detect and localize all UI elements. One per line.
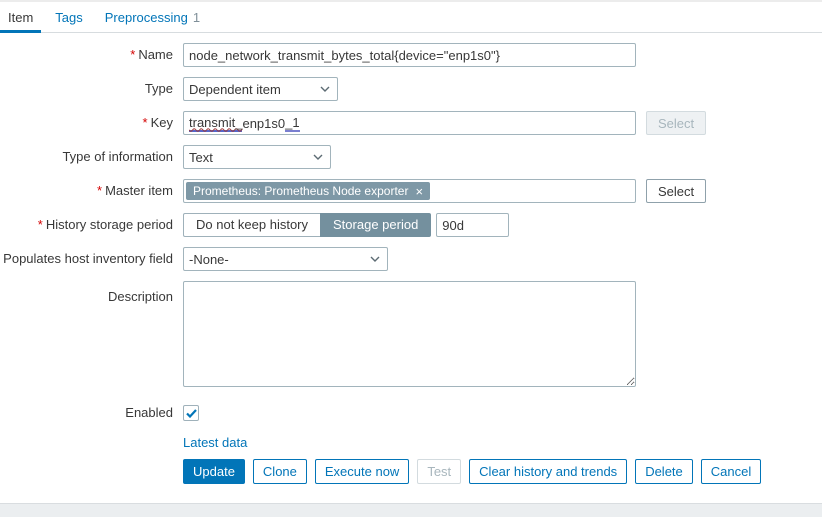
- required-asterisk: *: [143, 115, 148, 130]
- history-mode-toggle: Do not keep history Storage period: [183, 213, 431, 237]
- latest-data-row: Latest data: [0, 435, 822, 450]
- enabled-row: Enabled: [0, 401, 822, 425]
- name-label: Name: [138, 47, 173, 62]
- item-form: *Name Type Dependent item *Key transmit_…: [0, 33, 822, 484]
- description-textarea[interactable]: [183, 281, 636, 387]
- type-label: Type: [145, 81, 173, 96]
- required-asterisk: *: [130, 47, 135, 62]
- description-label: Description: [108, 289, 173, 304]
- name-input[interactable]: [183, 43, 636, 67]
- master-item-select-button[interactable]: Select: [646, 179, 706, 203]
- type-of-information-label: Type of information: [62, 149, 173, 164]
- cancel-button[interactable]: Cancel: [701, 459, 761, 484]
- type-of-information-select[interactable]: Text: [183, 145, 331, 169]
- name-row: *Name: [0, 43, 822, 67]
- history-option-do-not-keep[interactable]: Do not keep history: [183, 213, 320, 237]
- tab-preprocessing-label: Preprocessing: [105, 10, 188, 25]
- update-button[interactable]: Update: [183, 459, 245, 484]
- required-asterisk: *: [97, 183, 102, 198]
- clone-button[interactable]: Clone: [253, 459, 307, 484]
- preprocessing-count-badge: 1: [193, 10, 200, 25]
- description-row: Description: [0, 281, 822, 387]
- master-item-chip-label: Prometheus: Prometheus Node exporter: [193, 184, 408, 198]
- type-select[interactable]: Dependent item: [183, 77, 338, 101]
- test-button: Test: [417, 459, 461, 484]
- type-row: Type Dependent item: [0, 77, 822, 101]
- history-storage-period-row: *History storage period Do not keep hist…: [0, 213, 822, 237]
- tab-preprocessing[interactable]: Preprocessing 1: [97, 2, 208, 32]
- inventory-select[interactable]: -None-: [183, 247, 388, 271]
- key-value-part2: enp1s0: [242, 116, 285, 131]
- history-option-storage-period[interactable]: Storage period: [320, 213, 431, 237]
- history-period-input[interactable]: [436, 213, 509, 237]
- clear-history-and-trends-button[interactable]: Clear history and trends: [469, 459, 627, 484]
- checkmark-icon: [186, 409, 197, 418]
- type-select-value: Dependent item: [189, 82, 281, 97]
- tab-item[interactable]: Item: [0, 2, 41, 32]
- type-of-information-row: Type of information Text: [0, 145, 822, 169]
- master-item-row: *Master item Prometheus: Prometheus Node…: [0, 179, 822, 203]
- master-item-multiselect[interactable]: Prometheus: Prometheus Node exporter ×: [183, 179, 636, 203]
- key-input[interactable]: transmit_enp1s0_1: [183, 111, 636, 135]
- inventory-row: Populates host inventory field -None-: [0, 247, 822, 271]
- key-value-part1: transmit_: [189, 115, 242, 132]
- key-select-button: Select: [646, 111, 706, 135]
- tab-bar: Item Tags Preprocessing 1: [0, 2, 822, 33]
- chevron-down-icon: [320, 86, 330, 92]
- enabled-label: Enabled: [125, 405, 173, 420]
- chevron-down-icon: [370, 256, 380, 262]
- key-label: Key: [151, 115, 173, 130]
- history-storage-period-label: History storage period: [46, 217, 173, 232]
- page-footer-strip: [0, 503, 822, 517]
- inventory-select-value: -None-: [189, 252, 229, 267]
- chevron-down-icon: [313, 154, 323, 160]
- type-of-information-value: Text: [189, 150, 213, 165]
- remove-icon[interactable]: ×: [415, 185, 423, 198]
- key-value-part3: _1: [285, 115, 299, 132]
- form-actions-row: Update Clone Execute now Test Clear hist…: [0, 459, 822, 484]
- master-item-label: Master item: [105, 183, 173, 198]
- delete-button[interactable]: Delete: [635, 459, 693, 484]
- latest-data-link[interactable]: Latest data: [183, 435, 247, 450]
- tab-tags[interactable]: Tags: [47, 2, 90, 32]
- master-item-chip: Prometheus: Prometheus Node exporter ×: [186, 182, 430, 200]
- enabled-checkbox[interactable]: [183, 405, 199, 421]
- tab-item-label: Item: [8, 10, 33, 25]
- key-row: *Key transmit_enp1s0_1 Select: [0, 111, 822, 135]
- execute-now-button[interactable]: Execute now: [315, 459, 409, 484]
- inventory-label: Populates host inventory field: [3, 251, 173, 266]
- tab-tags-label: Tags: [55, 10, 82, 25]
- required-asterisk: *: [38, 217, 43, 232]
